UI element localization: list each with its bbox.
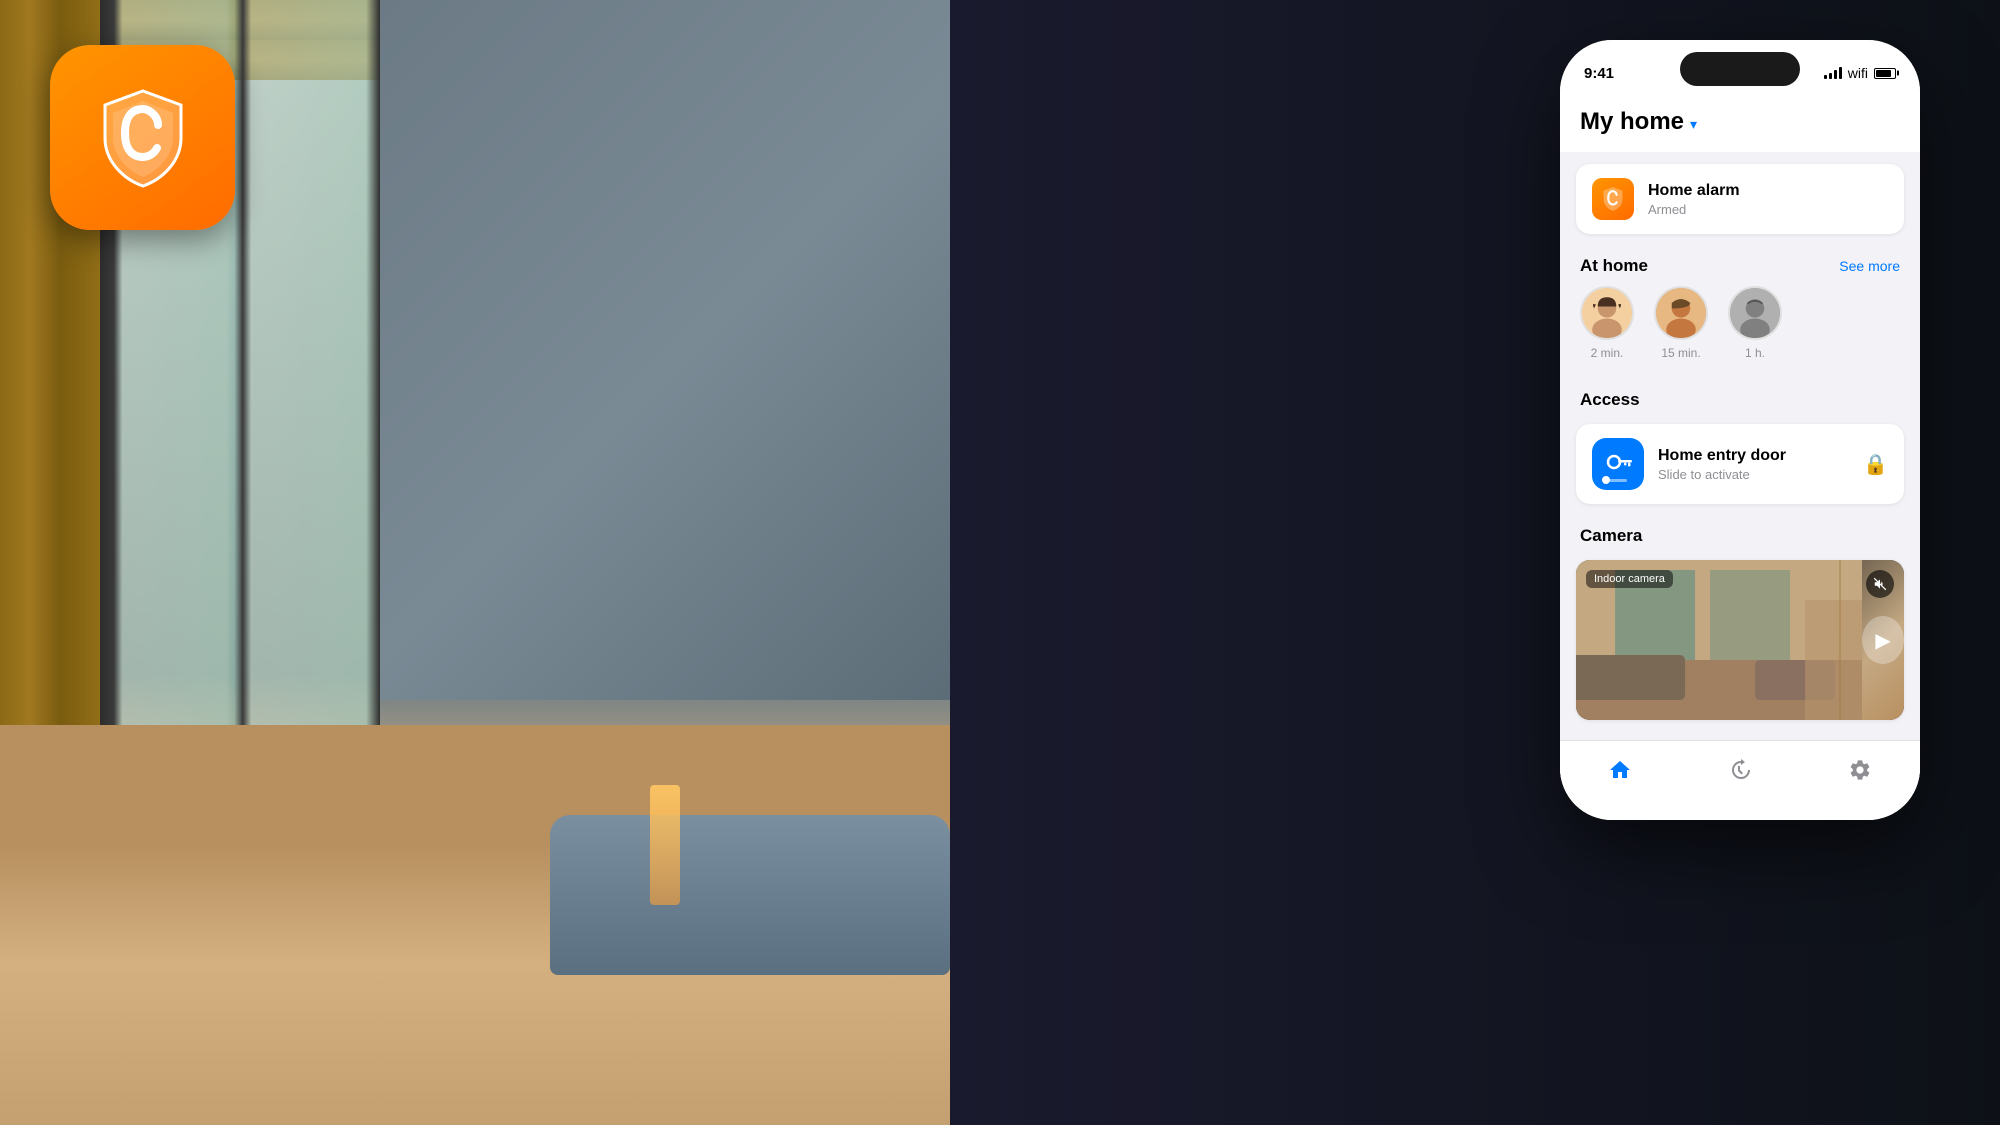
alarm-name: Home alarm xyxy=(1648,182,1740,200)
avatar-item-1[interactable]: 2 min. xyxy=(1580,286,1634,360)
alarm-info: Home alarm Armed xyxy=(1648,182,1740,217)
phone: 9:41 wifi My home ▾ xyxy=(1560,40,1920,820)
access-info: Home entry door Slide to activate xyxy=(1658,447,1849,482)
play-button[interactable]: ▶ xyxy=(1862,616,1904,664)
avatars-row: 2 min. 15 min. xyxy=(1560,286,1920,376)
history-nav-icon xyxy=(1728,758,1752,788)
access-section-header: Access xyxy=(1560,376,1920,420)
access-item[interactable]: Home entry door Slide to activate 🔒 xyxy=(1576,424,1904,504)
bar2 xyxy=(1829,73,1832,79)
avatar-face-3 xyxy=(1730,288,1780,338)
avatar-1-time: 2 min. xyxy=(1591,346,1624,360)
avatar-item-3[interactable]: 1 h. xyxy=(1728,286,1782,360)
dynamic-island xyxy=(1680,52,1800,86)
battery-icon xyxy=(1874,68,1896,79)
see-more-link[interactable]: See more xyxy=(1839,258,1900,274)
access-door-name: Home entry door xyxy=(1658,447,1849,465)
camera-section-header: Camera xyxy=(1560,512,1920,556)
at-home-section-header: At home See more xyxy=(1560,242,1920,286)
bar4 xyxy=(1839,67,1842,79)
camera-title: Camera xyxy=(1580,526,1642,546)
battery-fill xyxy=(1876,70,1891,77)
camera-mute-button[interactable] xyxy=(1866,570,1894,598)
alarm-card[interactable]: Home alarm Armed xyxy=(1576,164,1904,234)
phone-header: My home ▾ xyxy=(1560,96,1920,152)
lock-icon-wrap xyxy=(1592,438,1644,490)
slide-dot xyxy=(1602,476,1610,484)
person-avatar-1 xyxy=(1582,286,1632,340)
nav-item-settings[interactable] xyxy=(1848,758,1872,788)
sofa xyxy=(550,815,950,975)
person-avatar-2 xyxy=(1656,286,1706,340)
slide-bar xyxy=(1609,479,1627,482)
page-title: My home xyxy=(1580,108,1684,136)
camera-label: Indoor camera xyxy=(1586,570,1673,588)
nav-item-history[interactable] xyxy=(1728,758,1752,788)
avatar-3-time: 1 h. xyxy=(1745,346,1765,360)
home-icon-svg xyxy=(1608,758,1632,782)
access-card[interactable]: Home entry door Slide to activate 🔒 xyxy=(1576,424,1904,504)
status-icons: wifi xyxy=(1824,65,1896,81)
at-home-title: At home xyxy=(1580,256,1648,276)
shield-icon-svg xyxy=(88,83,198,193)
bar3 xyxy=(1834,70,1837,79)
avatar-face-1 xyxy=(1582,288,1632,338)
bar1 xyxy=(1824,75,1827,79)
access-title: Access xyxy=(1580,390,1640,410)
nav-item-home[interactable] xyxy=(1608,758,1632,788)
avatar-1 xyxy=(1580,286,1634,340)
home-nav-icon xyxy=(1608,758,1632,788)
lock-closed-icon: 🔒 xyxy=(1863,452,1888,477)
camera-preview[interactable]: ▶ Indoor camera xyxy=(1576,560,1904,720)
gear-icon-svg xyxy=(1848,758,1872,782)
bottom-navigation[interactable] xyxy=(1560,740,1920,820)
alarm-status: Armed xyxy=(1648,202,1740,217)
wifi-icon: wifi xyxy=(1848,65,1868,81)
avatar-2 xyxy=(1654,286,1708,340)
signal-bars-icon xyxy=(1824,67,1842,79)
phone-content[interactable]: My home ▾ Home alarm Armed At home See m… xyxy=(1560,96,1920,820)
mute-icon xyxy=(1873,577,1887,591)
settings-nav-icon xyxy=(1848,758,1872,788)
lamp xyxy=(650,785,680,905)
gray-wall xyxy=(380,0,1000,700)
alarm-icon-wrap xyxy=(1592,178,1634,220)
app-icon[interactable] xyxy=(50,45,235,230)
person-avatar-3 xyxy=(1730,286,1780,340)
avatar-face-2 xyxy=(1656,288,1706,338)
chevron-down-icon[interactable]: ▾ xyxy=(1690,116,1697,133)
avatar-3 xyxy=(1728,286,1782,340)
alarm-shield-icon xyxy=(1600,186,1626,212)
key-icon xyxy=(1604,450,1632,478)
avatar-2-time: 15 min. xyxy=(1661,346,1700,360)
access-door-sub: Slide to activate xyxy=(1658,467,1849,482)
clock-icon-svg xyxy=(1728,758,1752,782)
avatar-item-2[interactable]: 15 min. xyxy=(1654,286,1708,360)
status-time: 9:41 xyxy=(1584,65,1614,82)
